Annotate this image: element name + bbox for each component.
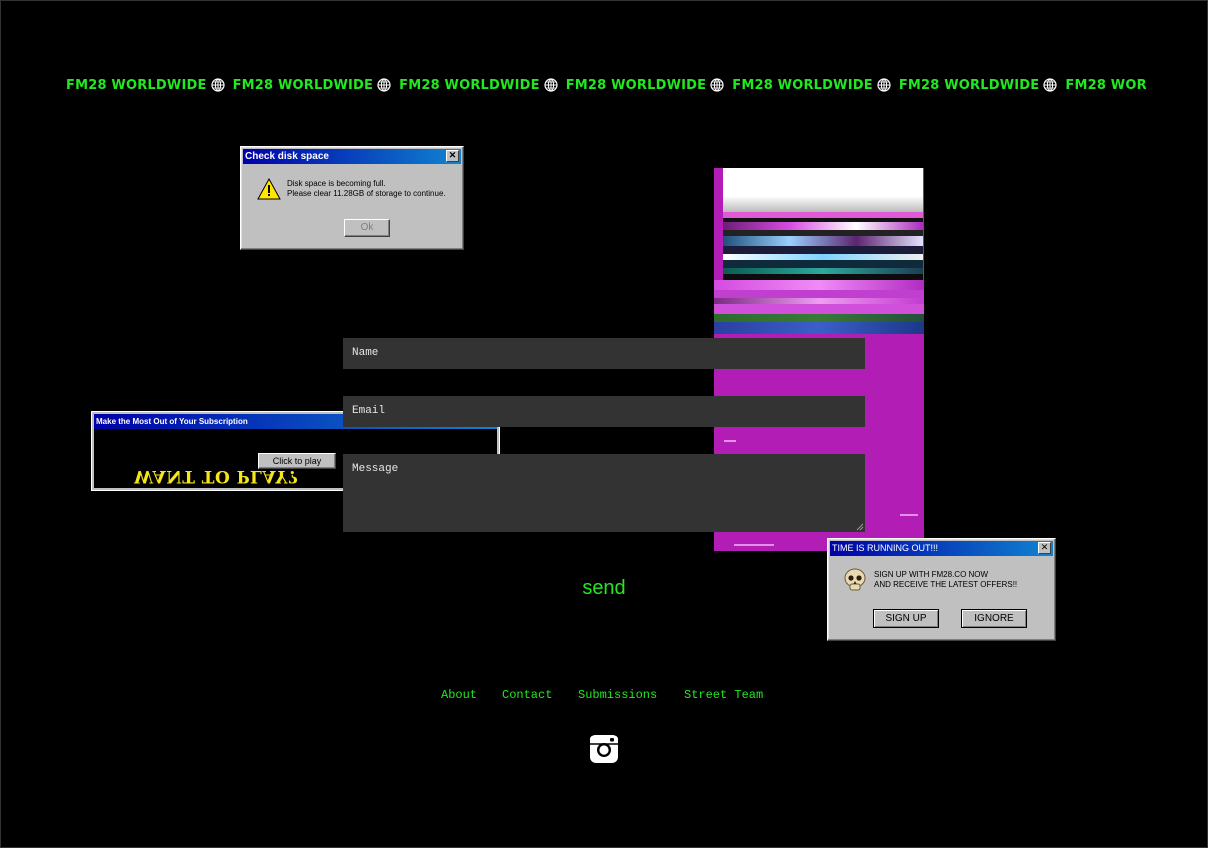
marquee-item: FM28 WORLDWIDE <box>66 78 227 93</box>
dialog-line-2: Please clear 11.28GB of storage to conti… <box>287 189 446 198</box>
name-input[interactable]: Name <box>343 338 865 369</box>
warning-icon <box>257 178 281 200</box>
globe-icon <box>544 78 558 92</box>
ignore-button[interactable]: IGNORE <box>961 609 1027 628</box>
marquee-text: FM28 WORLDWIDE <box>1065 78 1146 93</box>
globe-icon <box>710 78 724 92</box>
popup-message: SIGN UP WITH FM28.CO NOW AND RECEIVE THE… <box>874 570 1017 590</box>
dialog-message: Disk space is becoming full. Please clea… <box>287 179 446 199</box>
disk-space-dialog[interactable]: Check disk space ✕ Disk space is becomin… <box>240 146 464 250</box>
send-button[interactable]: send <box>560 577 648 600</box>
marquee-text: FM28 WORLDWIDE <box>232 78 374 93</box>
dialog-line-1: Disk space is becoming full. <box>287 179 386 188</box>
marquee-item: FM28 WORLDWIDE <box>566 78 727 93</box>
nav-street-team[interactable]: Street Team <box>684 688 763 702</box>
close-icon[interactable]: ✕ <box>1038 542 1051 554</box>
resize-handle-icon[interactable] <box>856 523 864 531</box>
message-textarea[interactable]: Message <box>343 454 865 532</box>
want-to-play-banner: WANT TO PLAY? <box>134 466 299 486</box>
skull-icon <box>844 568 866 591</box>
message-placeholder: Message <box>352 463 399 475</box>
marquee-item: FM28 WORLDWIDE <box>732 78 893 93</box>
marquee-item: FM28 WORLDWIDE <box>899 78 1060 93</box>
popup-line-2: AND RECEIVE THE LATEST OFFERS!! <box>874 580 1018 589</box>
popup-title: TIME IS RUNNING OUT!!! <box>832 543 939 553</box>
globe-icon <box>377 78 391 92</box>
marquee-text: FM28 WORLDWIDE <box>732 78 873 93</box>
sign-up-button[interactable]: SIGN UP <box>873 609 939 628</box>
dialog-title: Check disk space <box>245 151 329 162</box>
marquee-text: FM28 WORLDWIDE <box>66 78 207 93</box>
marquee-item: FM28 WORLDWIDE <box>233 78 394 93</box>
email-input[interactable]: Email <box>343 396 865 427</box>
globe-icon <box>1043 78 1057 92</box>
globe-icon <box>210 78 225 92</box>
globe-icon <box>877 78 891 92</box>
instagram-icon[interactable] <box>589 734 619 764</box>
subscription-title: Make the Most Out of Your Subscription <box>96 417 248 426</box>
dialog-titlebar[interactable]: Check disk space ✕ <box>243 149 461 164</box>
popup-titlebar[interactable]: TIME IS RUNNING OUT!!! ✕ <box>830 541 1053 556</box>
marquee-banner: FM28 WORLDWIDE FM28 WORLDWIDE FM28 WORLDWI… <box>66 78 1146 96</box>
ok-button[interactable]: Ok <box>344 219 390 237</box>
marquee-text: FM28 WORLDWIDE <box>399 78 540 93</box>
marquee-item: FM28 WORLDWIDE <box>1065 78 1146 93</box>
nav-submissions[interactable]: Submissions <box>578 688 657 702</box>
marquee-item: FM28 WORLDWIDE <box>399 78 560 93</box>
close-icon[interactable]: ✕ <box>446 150 459 162</box>
marquee-text: FM28 WORLDWIDE <box>565 78 707 93</box>
marquee-text: FM28 WORLDWIDE <box>898 78 1040 93</box>
time-running-out-popup[interactable]: TIME IS RUNNING OUT!!! ✕ SIGN UP WITH FM… <box>827 538 1056 641</box>
nav-contact[interactable]: Contact <box>502 688 552 702</box>
nav-about[interactable]: About <box>441 688 477 702</box>
popup-line-1: SIGN UP WITH FM28.CO NOW <box>874 570 989 579</box>
